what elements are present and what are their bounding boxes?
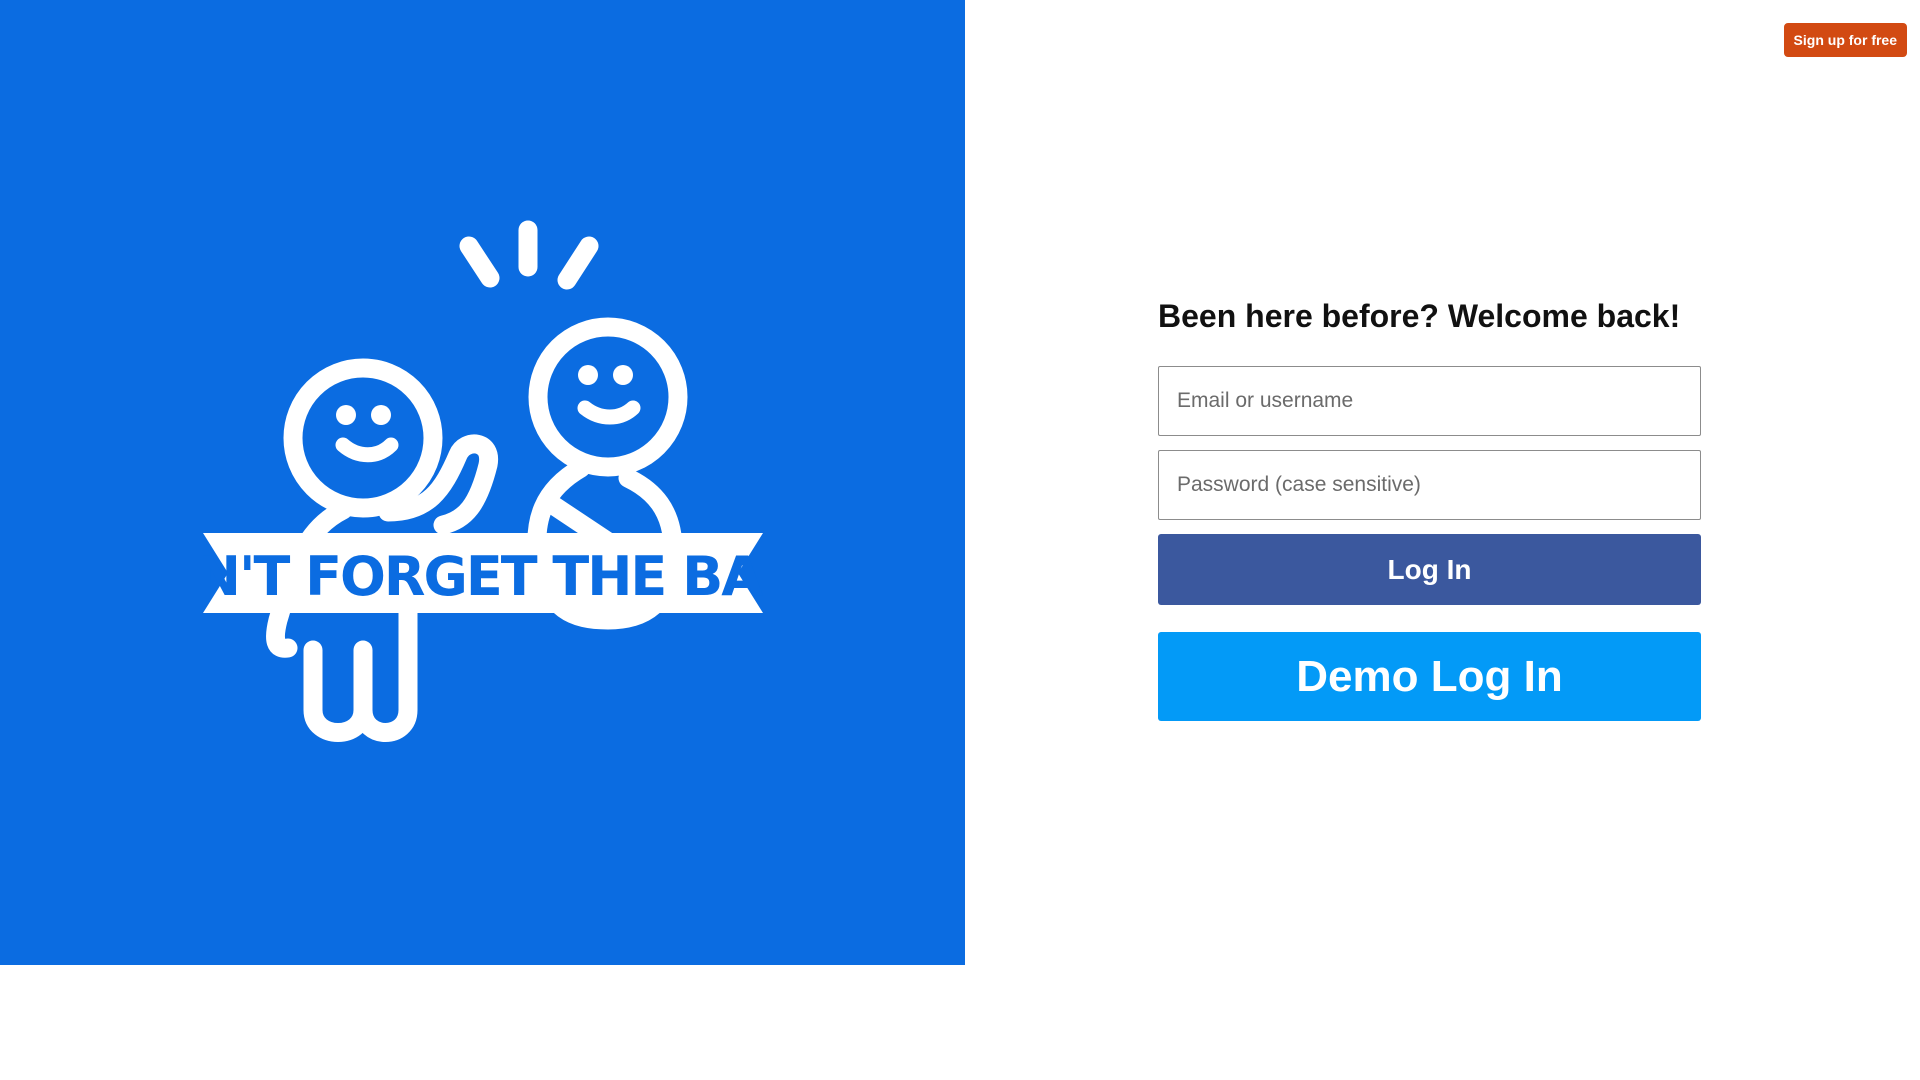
logo-text: DON'T FORGET THE BABY! [203, 545, 763, 608]
parent-and-baby-icon: DON'T FORGET THE BABY! [203, 220, 763, 742]
email-username-field[interactable] [1158, 366, 1701, 436]
password-field[interactable] [1158, 450, 1701, 520]
login-form: Been here before? Welcome back! Log In D… [1158, 292, 1701, 721]
page-title: Been here before? Welcome back! [1158, 298, 1681, 334]
brand-panel: DON'T FORGET THE BABY! [0, 0, 965, 965]
demo-login-button[interactable]: Demo Log In [1158, 632, 1701, 721]
signup-button[interactable]: Sign up for free [1783, 23, 1907, 57]
login-button[interactable]: Log In [1158, 534, 1701, 605]
app-logo: DON'T FORGET THE BABY! [203, 220, 763, 750]
